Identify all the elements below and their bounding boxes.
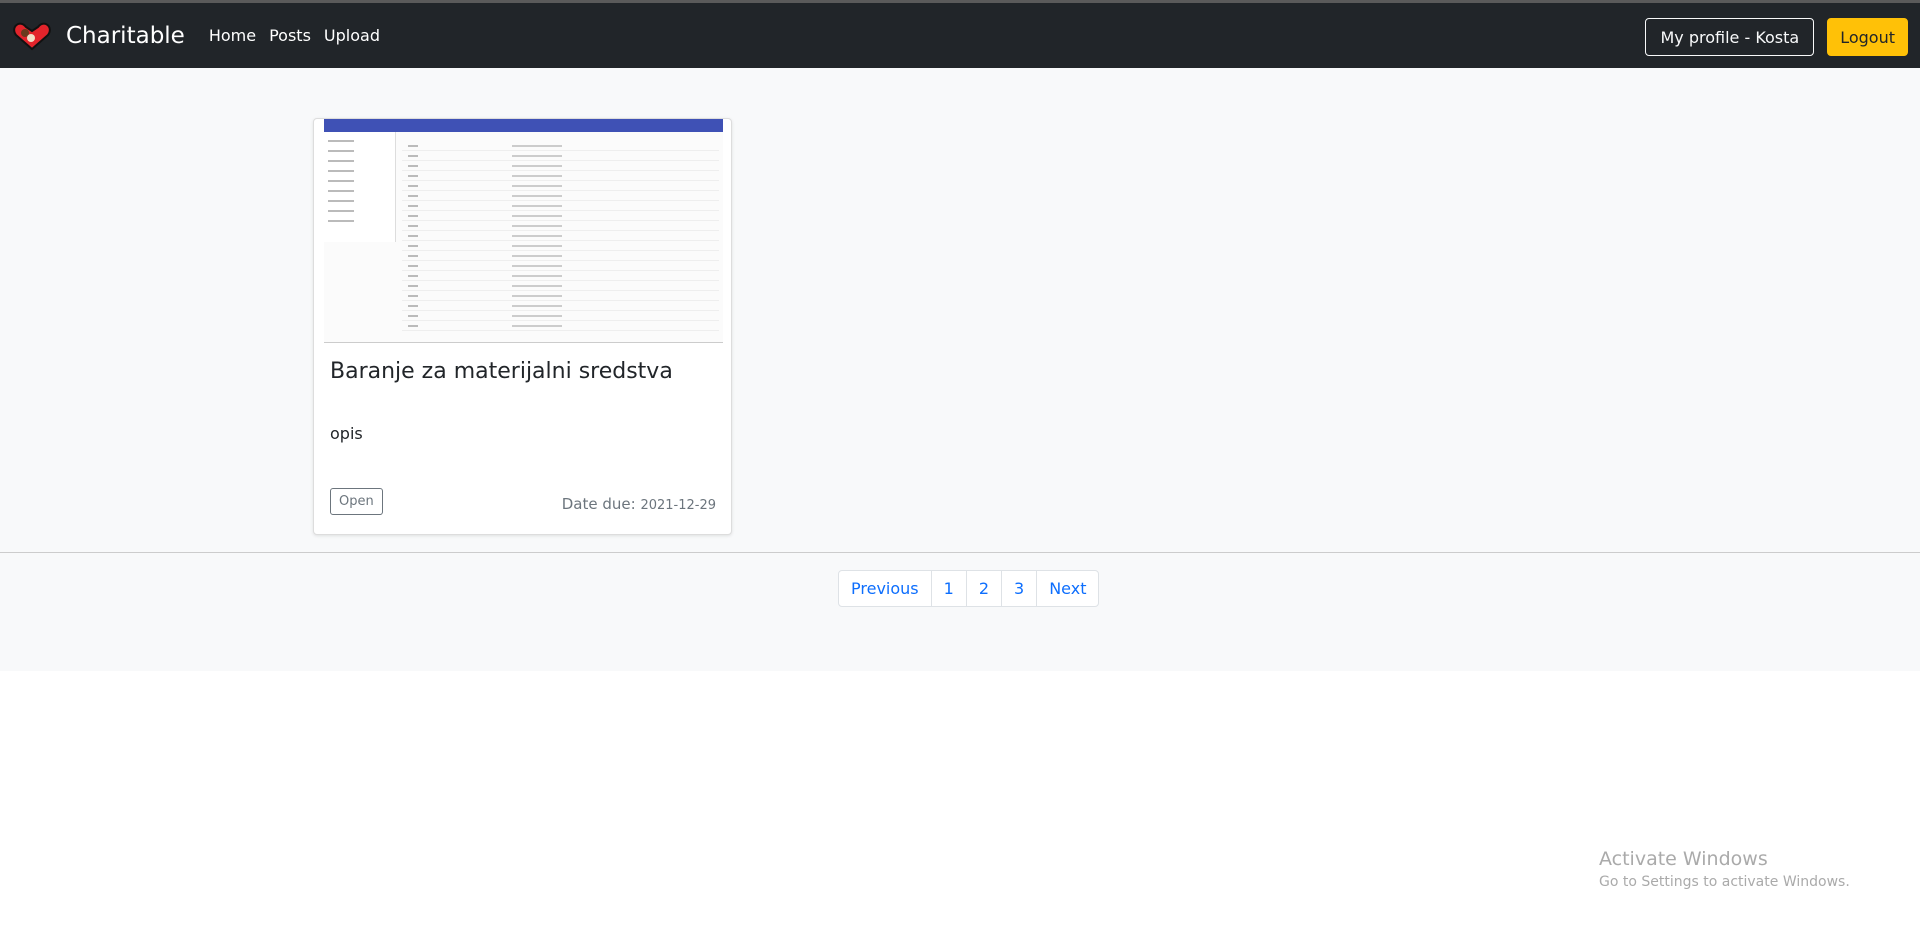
post-card[interactable]: Baranje za materijalni sredstva opis Ope… <box>313 118 732 535</box>
post-title: Baranje za materijalni sredstva <box>330 359 673 384</box>
logout-button[interactable]: Logout <box>1827 18 1908 56</box>
date-due: Date due: 2021-12-29 <box>562 495 716 513</box>
navbar: Charitable Home Posts Upload My profile … <box>0 3 1920 68</box>
divider <box>0 552 1920 553</box>
watermark-subtitle: Go to Settings to activate Windows. <box>1599 874 1850 890</box>
post-description: opis <box>330 424 363 443</box>
my-profile-button[interactable]: My profile - Kosta <box>1645 18 1815 56</box>
pagination: Previous 1 2 3 Next <box>838 570 1100 607</box>
page-2[interactable]: 2 <box>965 571 1001 606</box>
nav-home[interactable]: Home <box>209 26 256 45</box>
status-badge[interactable]: Open <box>330 488 383 515</box>
page-previous[interactable]: Previous <box>839 571 931 606</box>
heart-logo-icon[interactable] <box>12 21 52 51</box>
brand-link[interactable]: Charitable <box>66 23 185 49</box>
watermark-title: Activate Windows <box>1599 848 1768 870</box>
date-due-value: 2021-12-29 <box>640 498 716 513</box>
main-content: Baranje za materijalni sredstva opis Ope… <box>0 68 1920 671</box>
activate-windows-watermark: Activate Windows Go to Settings to activ… <box>1599 848 1850 890</box>
page-1[interactable]: 1 <box>930 571 966 606</box>
page-3[interactable]: 3 <box>1001 571 1036 606</box>
nav-upload[interactable]: Upload <box>324 26 380 45</box>
nav-posts[interactable]: Posts <box>269 26 311 45</box>
date-due-label: Date due: <box>561 495 636 513</box>
page-next[interactable]: Next <box>1036 571 1098 606</box>
post-image <box>324 119 723 343</box>
